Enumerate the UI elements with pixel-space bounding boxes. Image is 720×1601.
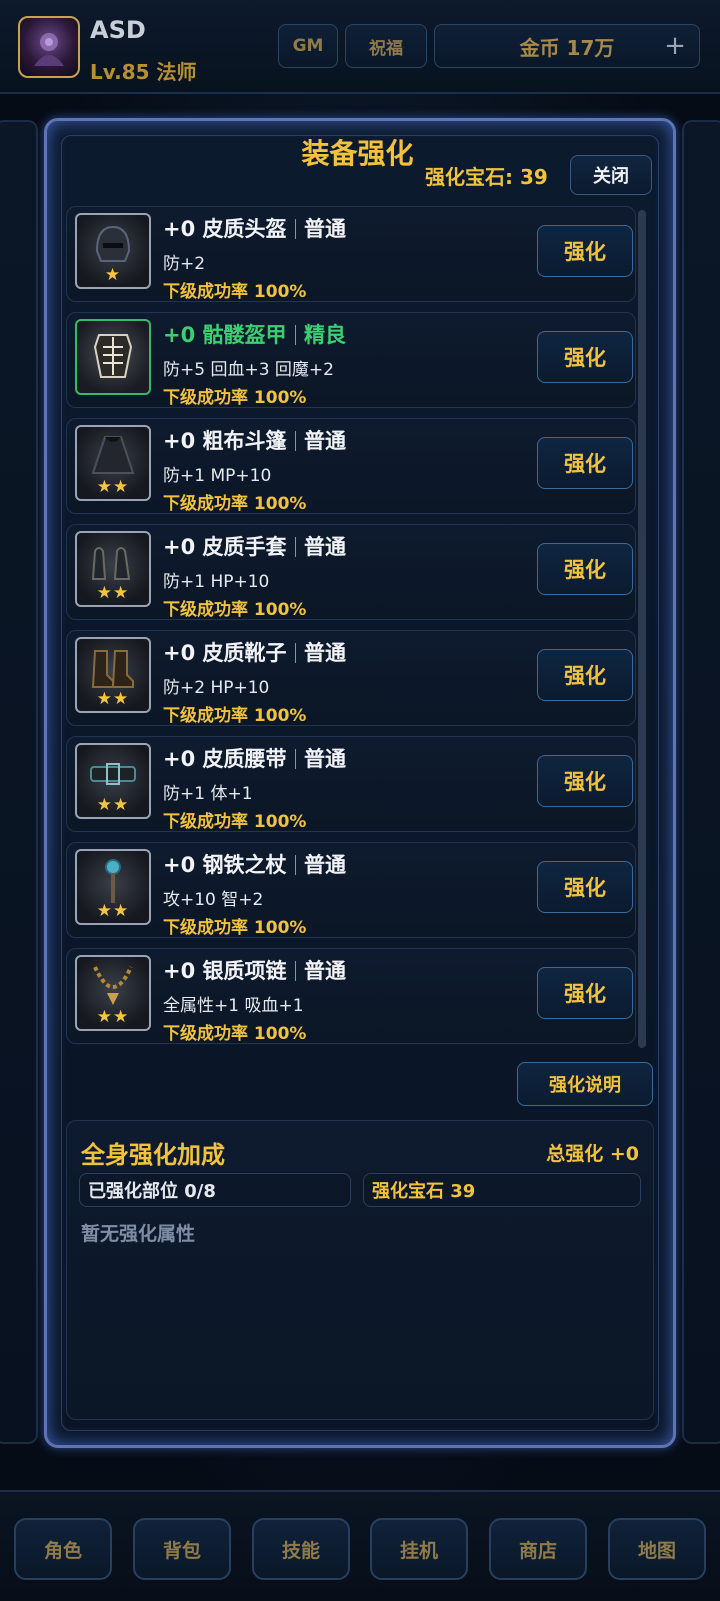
list-item: ★★ +0 皮质靴子 普通 防+2 HP+10 下级成功率 100% 强化 bbox=[66, 630, 636, 726]
list-item: +0 骷髅盔甲 精良 防+5 回血+3 回魔+2 下级成功率 100% 强化 bbox=[66, 312, 636, 408]
list-item: ★★ +0 银质项链 普通 全属性+1 吸血+1 下级成功率 100% 强化 bbox=[66, 948, 636, 1044]
star-rating: ★ bbox=[104, 265, 122, 285]
list-scrollbar[interactable] bbox=[638, 210, 646, 1048]
skeleton-armor-icon[interactable] bbox=[75, 319, 151, 395]
close-button[interactable]: 关闭 bbox=[570, 155, 652, 195]
item-name: +0 粗布斗篷 普通 bbox=[163, 429, 347, 453]
tab-shop[interactable]: 商店 bbox=[489, 1518, 587, 1580]
helmet-icon[interactable]: ★ bbox=[75, 213, 151, 289]
item-stats: 防+1 MP+10 bbox=[163, 466, 272, 486]
necklace-icon[interactable]: ★★ bbox=[75, 955, 151, 1031]
gem-stock: 强化宝石 39 bbox=[363, 1173, 641, 1207]
tab-character[interactable]: 角色 bbox=[14, 1518, 112, 1580]
tab-skills[interactable]: 技能 bbox=[252, 1518, 350, 1580]
enhance-button[interactable]: 强化 bbox=[537, 543, 633, 595]
star-rating: ★★ bbox=[96, 689, 130, 709]
enhance-button[interactable]: 强化 bbox=[537, 331, 633, 383]
player-level-class: Lv.85 法师 bbox=[90, 60, 197, 84]
success-rate: 下级成功率 100% bbox=[163, 494, 307, 514]
bottom-nav: 角色 背包 技能 挂机 商店 地图 bbox=[0, 1490, 720, 1601]
star-rating: ★★ bbox=[96, 1007, 130, 1027]
item-stats: 防+2 HP+10 bbox=[163, 678, 270, 698]
success-rate: 下级成功率 100% bbox=[163, 388, 307, 408]
full-body-bonus: 全身强化加成 总强化 +0 已强化部位 0/8 强化宝石 39 暂无强化属性 bbox=[66, 1120, 654, 1420]
star-rating: ★★ bbox=[96, 583, 130, 603]
enhance-button[interactable]: 强化 bbox=[537, 437, 633, 489]
success-rate: 下级成功率 100% bbox=[163, 600, 307, 620]
item-name: +0 钢铁之杖 普通 bbox=[163, 853, 347, 877]
list-item: ★★ +0 皮质手套 普通 防+1 HP+10 下级成功率 100% 强化 bbox=[66, 524, 636, 620]
staff-icon[interactable]: ★★ bbox=[75, 849, 151, 925]
no-bonus-text: 暂无强化属性 bbox=[81, 1223, 196, 1245]
enhanced-parts: 已强化部位 0/8 bbox=[79, 1173, 351, 1207]
scroll-thumb[interactable] bbox=[638, 210, 646, 1048]
gem-count: 强化宝石: 39 bbox=[425, 165, 548, 189]
item-name: +0 骷髅盔甲 精良 bbox=[163, 323, 347, 347]
success-rate: 下级成功率 100% bbox=[163, 918, 307, 938]
belt-icon[interactable]: ★★ bbox=[75, 743, 151, 819]
success-rate: 下级成功率 100% bbox=[163, 282, 307, 302]
bonus-title: 全身强化加成 bbox=[81, 1141, 225, 1169]
enhance-button[interactable]: 强化 bbox=[537, 755, 633, 807]
list-item: ★★ +0 皮质腰带 普通 防+1 体+1 下级成功率 100% 强化 bbox=[66, 736, 636, 832]
player-name: ASD bbox=[90, 16, 146, 44]
gloves-icon[interactable]: ★★ bbox=[75, 531, 151, 607]
item-name: +0 皮质头盔 普通 bbox=[163, 217, 347, 241]
tab-bag[interactable]: 背包 bbox=[133, 1518, 231, 1580]
list-item: ★★ +0 钢铁之杖 普通 攻+10 智+2 下级成功率 100% 强化 bbox=[66, 842, 636, 938]
cloak-icon[interactable]: ★★ bbox=[75, 425, 151, 501]
list-item: ★ +0 皮质头盔 普通 防+2 下级成功率 100% 强化 bbox=[66, 206, 636, 302]
tab-idle[interactable]: 挂机 bbox=[370, 1518, 468, 1580]
total-enhance: 总强化 +0 bbox=[546, 1143, 639, 1165]
equipment-list: ★ +0 皮质头盔 普通 防+2 下级成功率 100% 强化 +0 骷髅盔甲 精良 … bbox=[64, 206, 638, 1048]
item-stats: 防+2 bbox=[163, 254, 206, 274]
star-rating: ★★ bbox=[96, 795, 130, 815]
star-rating: ★★ bbox=[96, 901, 130, 921]
item-stats: 全属性+1 吸血+1 bbox=[163, 996, 304, 1016]
bless-button[interactable]: 祝福 bbox=[345, 24, 427, 68]
item-stats: 防+1 体+1 bbox=[163, 784, 253, 804]
success-rate: 下级成功率 100% bbox=[163, 706, 307, 726]
enhance-button[interactable]: 强化 bbox=[537, 649, 633, 701]
item-name: +0 皮质靴子 普通 bbox=[163, 641, 347, 665]
mage-portrait-icon bbox=[34, 33, 64, 66]
enhance-explain-button[interactable]: 强化说明 bbox=[517, 1062, 653, 1106]
star-rating: ★★ bbox=[96, 477, 130, 497]
item-stats: 防+1 HP+10 bbox=[163, 572, 270, 592]
panel-title: 装备强化 bbox=[301, 137, 414, 170]
item-name: +0 银质项链 普通 bbox=[163, 959, 347, 983]
item-stats: 攻+10 智+2 bbox=[163, 890, 264, 910]
enhance-button[interactable]: 强化 bbox=[537, 967, 633, 1019]
list-item: ★★ +0 粗布斗篷 普通 防+1 MP+10 下级成功率 100% 强化 bbox=[66, 418, 636, 514]
item-name: +0 皮质腰带 普通 bbox=[163, 747, 347, 771]
right-frame-decoration bbox=[682, 120, 720, 1444]
enhance-button[interactable]: 强化 bbox=[537, 861, 633, 913]
top-header: ASD Lv.85 法师 GM 祝福 金币 17万 + bbox=[0, 0, 720, 94]
success-rate: 下级成功率 100% bbox=[163, 812, 307, 832]
avatar[interactable] bbox=[18, 16, 80, 78]
boots-icon[interactable]: ★★ bbox=[75, 637, 151, 713]
tab-map[interactable]: 地图 bbox=[608, 1518, 706, 1580]
gm-button[interactable]: GM bbox=[278, 24, 338, 68]
success-rate: 下级成功率 100% bbox=[163, 1024, 307, 1044]
left-frame-decoration bbox=[0, 120, 38, 1444]
enhance-button[interactable]: 强化 bbox=[537, 225, 633, 277]
add-gold-button[interactable]: + bbox=[660, 30, 690, 62]
item-name: +0 皮质手套 普通 bbox=[163, 535, 347, 559]
item-stats: 防+5 回血+3 回魔+2 bbox=[163, 360, 334, 380]
